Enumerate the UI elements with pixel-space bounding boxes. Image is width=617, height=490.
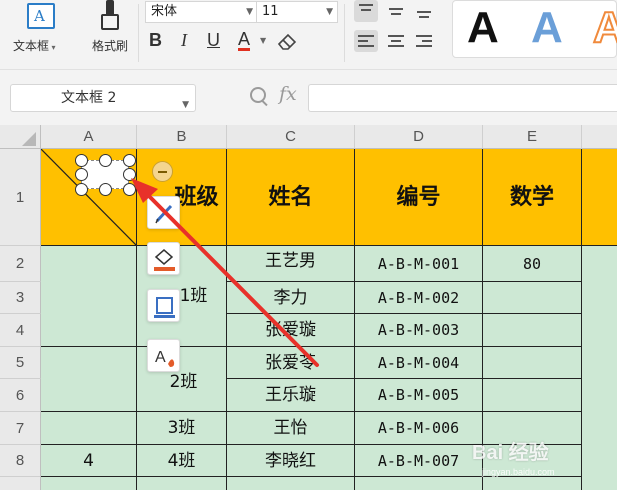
watermark-url: jingyan.baidu.com: [482, 467, 555, 477]
watermark-logo: Bai 经验: [472, 442, 549, 464]
red-arrow-annotation: [131, 178, 319, 367]
